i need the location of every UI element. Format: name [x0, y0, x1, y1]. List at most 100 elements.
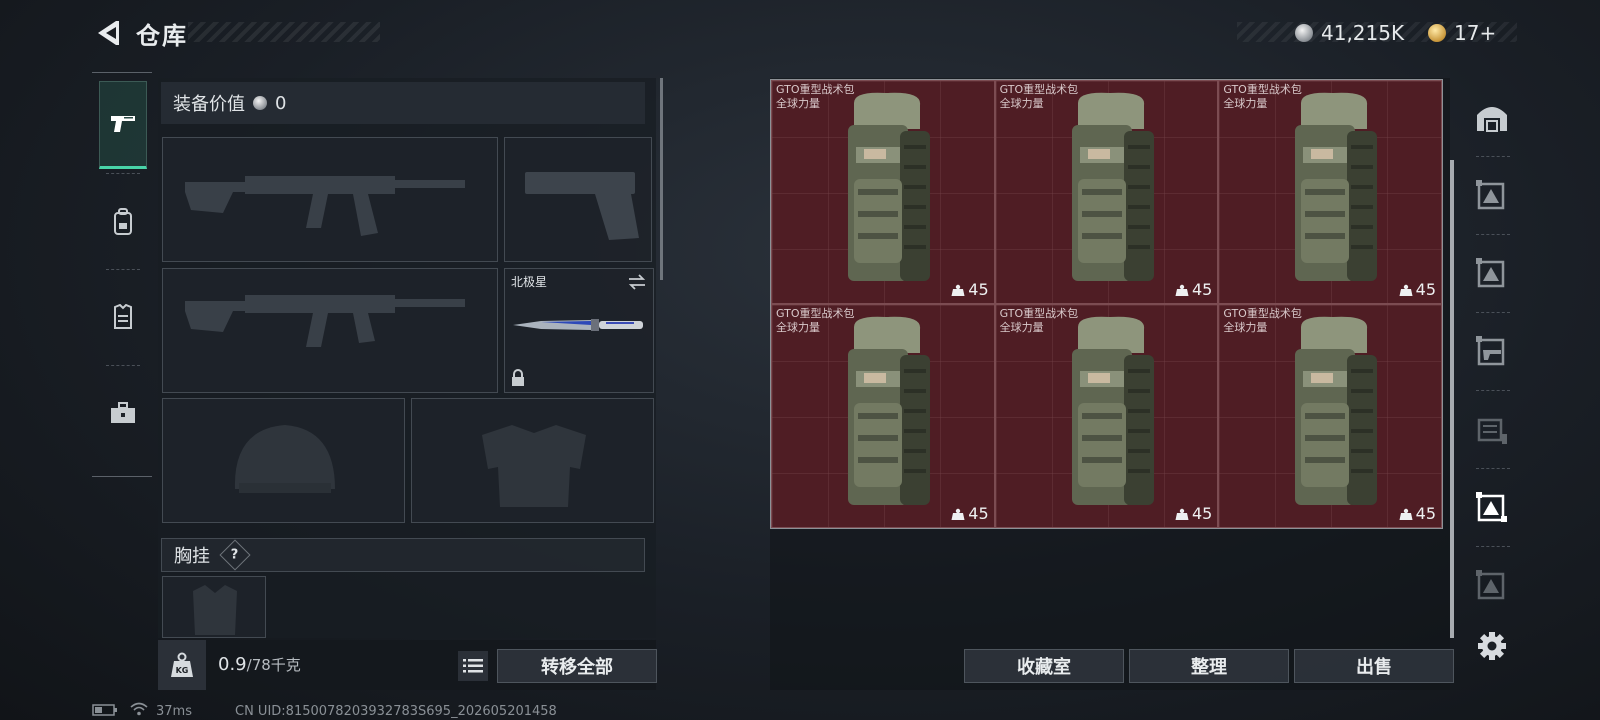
toolbox-icon [111, 402, 135, 423]
weight-current: 0.9 [218, 654, 247, 675]
collection-room-button[interactable]: 收藏室 [964, 649, 1124, 683]
silver-amount: 41,215K [1321, 21, 1405, 45]
silver-coin-icon [1295, 24, 1313, 42]
chest-rig-label: 胸挂 [174, 546, 210, 567]
safe-icon [1477, 107, 1507, 132]
storage-item[interactable]: GTO重型战术包 全球力量 45 [994, 304, 1219, 528]
tab-storage-1[interactable] [1470, 174, 1514, 218]
weight-capacity-button[interactable]: KG [158, 640, 206, 690]
item-quantity-value: 45 [1415, 504, 1436, 523]
item-quantity: 45 [951, 280, 989, 299]
item-quantity: 45 [1399, 504, 1436, 523]
loadout-scrollbar[interactable] [660, 78, 663, 280]
item-quantity-value: 45 [968, 504, 989, 523]
item-quantity-value: 45 [1191, 504, 1213, 523]
weight-kg-icon: KG [171, 652, 193, 677]
tab-safe[interactable] [1470, 96, 1514, 140]
list-icon [463, 659, 483, 673]
swap-icon[interactable] [627, 273, 647, 291]
backpack-icon [114, 208, 132, 235]
rifle-silhouette-icon [185, 295, 465, 347]
silver-currency[interactable]: 41,215K [1295, 18, 1404, 48]
helmet-slot[interactable] [162, 398, 405, 523]
transfer-all-button[interactable]: 转移全部 [497, 649, 657, 683]
storage-item[interactable]: GTO重型战术包 全球力量 45 [994, 80, 1219, 304]
weight-icon [1399, 284, 1413, 296]
tab-weapons[interactable] [99, 81, 147, 169]
tab-storage-3[interactable] [1470, 486, 1514, 530]
equipment-value-label: 装备价值 [173, 94, 245, 115]
battery-icon [92, 704, 117, 716]
backpack-icon [848, 316, 930, 505]
storage-item[interactable]: GTO重型战术包 全球力量 45 [1218, 304, 1442, 528]
item-quantity: 45 [951, 504, 989, 523]
tab-rack[interactable] [1470, 408, 1514, 452]
rack-icon [1477, 418, 1507, 444]
item-quantity-value: 45 [1191, 280, 1213, 299]
kg-label: KG [176, 666, 189, 675]
gold-coin-icon [1428, 24, 1446, 42]
tab-storage-4[interactable] [1470, 564, 1514, 608]
handgun-silhouette-icon [525, 172, 639, 240]
organize-button[interactable]: 整理 [1129, 649, 1289, 683]
storage-expansion-icon [1476, 570, 1505, 600]
ping-readout: 37ms [156, 704, 192, 719]
tab-separator [1476, 390, 1510, 391]
back-button[interactable] [92, 18, 120, 48]
help-icon[interactable]: ? [219, 539, 251, 571]
wifi-indicator [130, 702, 148, 720]
equipment-value-bar: 装备价值 0 [161, 82, 645, 124]
armor-slot[interactable] [411, 398, 654, 523]
tab-vest[interactable] [99, 273, 147, 361]
melee-slot[interactable]: 北极星 [504, 268, 654, 393]
tab-storage-2[interactable] [1470, 252, 1514, 296]
tab-weapon-storage[interactable] [1470, 330, 1514, 374]
item-quantity: 45 [1175, 280, 1212, 299]
tab-toolbox[interactable] [99, 369, 147, 457]
lock-icon [512, 369, 524, 386]
item-quantity: 45 [1175, 504, 1212, 523]
sell-button[interactable]: 出售 [1294, 649, 1454, 683]
tab-separator [1476, 468, 1510, 469]
weight-readout: 0.9/78千克 [218, 654, 301, 675]
backpack-icon [1295, 92, 1378, 281]
gold-amount: 17+ [1454, 21, 1497, 45]
rifle-silhouette-icon [185, 176, 465, 236]
melee-name: 北极星 [511, 275, 548, 289]
tab-backpack[interactable] [99, 178, 147, 266]
pistol-slot[interactable] [504, 137, 652, 262]
storage-item[interactable]: GTO重型战术包 全球力量 45 [1218, 80, 1442, 304]
battery-indicator [92, 704, 118, 720]
storage-tabs [1462, 78, 1520, 678]
page-title: 仓库 [136, 22, 188, 50]
list-view-button[interactable] [458, 651, 488, 681]
gold-currency[interactable]: 17+ [1428, 18, 1496, 48]
helmet-silhouette-icon [234, 425, 335, 493]
weight-icon [1175, 284, 1189, 296]
chest-rig-slot[interactable] [162, 576, 266, 638]
pistol-icon [111, 116, 135, 132]
tab-separator [1476, 546, 1510, 547]
backpack-icon [1071, 92, 1154, 281]
vest-icon [114, 304, 132, 329]
secondary-weapon-slot[interactable] [162, 268, 498, 393]
item-quantity-value: 45 [1415, 280, 1436, 299]
tab-separator [106, 365, 140, 366]
primary-weapon-slot[interactable] [162, 137, 498, 262]
armor-silhouette-icon [482, 425, 586, 507]
weapon-storage-icon [1476, 336, 1505, 366]
title-decoration [188, 22, 380, 42]
tab-separator [106, 173, 140, 174]
weight-icon [1175, 508, 1189, 520]
storage-item[interactable]: GTO重型战术包 全球力量 45 [771, 304, 995, 528]
backpack-icon [848, 92, 930, 281]
settings-icon [1478, 632, 1506, 660]
settings-button[interactable] [1470, 624, 1514, 668]
backpack-icon [1071, 316, 1154, 505]
storage-item[interactable]: GTO重型战术包 全球力量 45 [771, 80, 995, 304]
storage-grid: GTO重型战术包 全球力量 45 GTO重型战术包 全球力量 45 GTO重型战术包 全球力量… [770, 79, 1443, 529]
storage-scrollbar[interactable] [1450, 160, 1454, 638]
tab-separator [1476, 156, 1510, 157]
weight-icon [951, 284, 965, 296]
backpack-icon [1295, 316, 1378, 505]
